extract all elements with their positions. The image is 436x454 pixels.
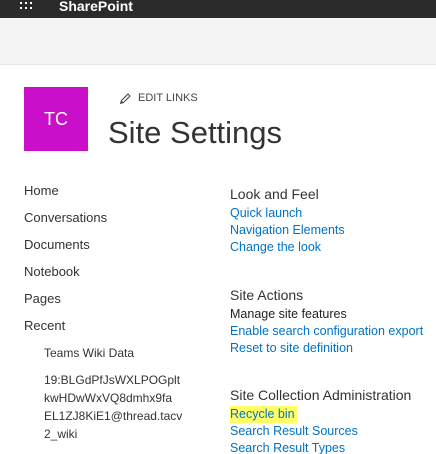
reset-to-site-definition-link[interactable]: Reset to site definition	[230, 340, 423, 357]
nav-recent-thread-line: EL1ZJ8KiE1@thread.tacv	[44, 409, 183, 423]
nav-recent-teams-wiki-data[interactable]: Teams Wiki Data	[44, 344, 214, 371]
section-heading: Site Collection Administration	[230, 387, 412, 403]
edit-links-button[interactable]: EDIT LINKS	[119, 91, 198, 105]
quick-launch-link[interactable]: Quick launch	[230, 205, 345, 222]
manage-site-features-label: Manage site features	[230, 307, 347, 321]
page-title: Site Settings	[108, 115, 283, 150]
change-the-look-link[interactable]: Change the look	[230, 239, 345, 256]
waffle-icon[interactable]	[20, 0, 34, 12]
enable-search-config-export-link[interactable]: Enable search configuration export	[230, 323, 423, 340]
section-heading: Look and Feel	[230, 186, 319, 202]
section-look-and-feel: Look and Feel Quick launch Navigation El…	[230, 185, 345, 256]
navigation-elements-link[interactable]: Navigation Elements	[230, 222, 345, 239]
nav-item-recent[interactable]: Recent	[24, 317, 214, 344]
section-heading: Site Actions	[230, 287, 304, 303]
nav-item-documents[interactable]: Documents	[24, 236, 214, 263]
edit-links-label: EDIT LINKS	[138, 92, 198, 104]
command-bar	[0, 18, 436, 65]
recycle-bin-link[interactable]: Recycle bin	[230, 406, 411, 423]
nav-item-conversations[interactable]: Conversations	[24, 209, 214, 236]
nav-recent-thread-line: 19:BLGdPfJsWXLPOGplt	[44, 373, 181, 387]
recycle-bin-highlight: Recycle bin	[230, 406, 297, 423]
search-result-types-link[interactable]: Search Result Types	[230, 440, 411, 454]
section-site-actions: Site Actions Manage site features Enable…	[230, 286, 423, 357]
nav-item-home[interactable]: Home	[24, 182, 214, 209]
section-site-collection-admin: Site Collection Administration Recycle b…	[230, 386, 411, 454]
app-brand[interactable]: SharePoint	[59, 0, 133, 15]
left-navigation: Home Conversations Documents Notebook Pa…	[24, 182, 214, 443]
nav-recent-thread-wiki[interactable]: 19:BLGdPfJsWXLPOGplt kwHDwWxVQ8dmhx9fa E…	[44, 371, 214, 443]
site-logo[interactable]: TC	[24, 87, 88, 151]
nav-item-pages[interactable]: Pages	[24, 290, 214, 317]
suite-bar: SharePoint	[0, 0, 436, 18]
nav-recent-thread-line: kwHDwWxVQ8dmhx9fa	[44, 391, 173, 405]
pencil-icon	[119, 92, 131, 104]
nav-item-notebook[interactable]: Notebook	[24, 263, 214, 290]
nav-recent-thread-line: 2_wiki	[44, 427, 78, 441]
search-result-sources-link[interactable]: Search Result Sources	[230, 423, 411, 440]
